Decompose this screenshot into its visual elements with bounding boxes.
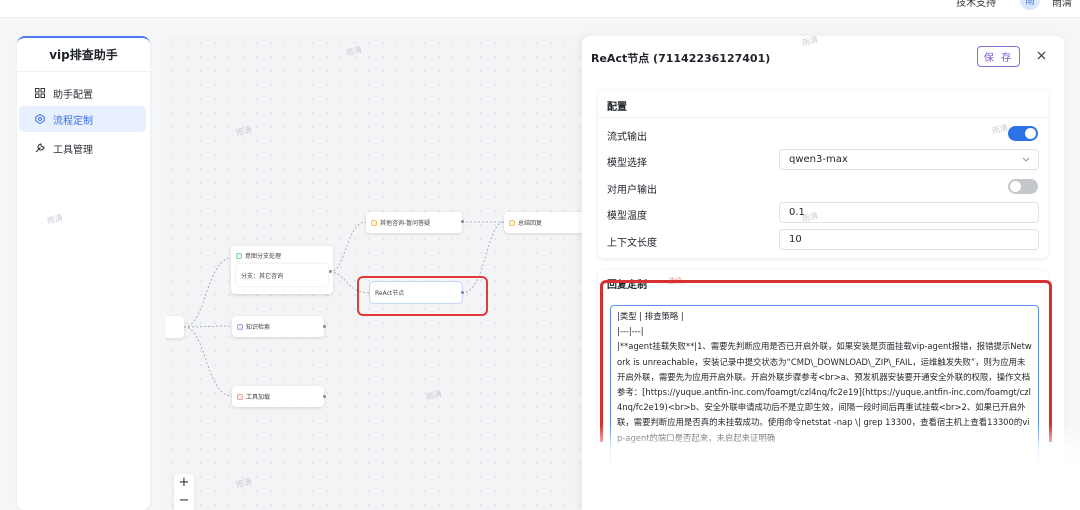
summary-reply-node[interactable]: 总结回复	[504, 212, 586, 233]
flow-icon	[35, 114, 45, 124]
edges	[183, 221, 505, 397]
other-consult-node[interactable]: 其他咨询-暂问答疑	[366, 212, 462, 233]
wrench-icon	[35, 143, 45, 153]
watermark: 雨清	[801, 36, 819, 48]
node-config-panel: ReAct节点 (71142236127401) 保 存 配置 流式输出 模型选…	[582, 36, 1064, 510]
node-label: 其他咨询-暂问答疑	[380, 220, 431, 227]
support-icon: ⋅⋅	[945, 0, 951, 9]
branch-icon	[236, 252, 242, 259]
sidebar-item-tools[interactable]: 工具管理	[19, 135, 146, 161]
user-output-toggle[interactable]	[1008, 179, 1038, 194]
config-title: 配置	[607, 102, 627, 113]
node-label: 知识检索	[246, 324, 271, 331]
tool-icon	[237, 393, 243, 400]
node-label: 总结回复	[518, 220, 543, 227]
sidebar: vip排查助手 助手配置 流程定制 工具管理 雨清	[17, 36, 150, 510]
model-label: 模型选择	[607, 158, 647, 169]
zoom-controls: + −	[174, 474, 194, 510]
streaming-label: 流式输出	[607, 132, 647, 143]
close-icon	[1037, 51, 1045, 59]
reply-icon	[509, 219, 515, 226]
context-length-input[interactable]: 10	[779, 229, 1039, 250]
port[interactable]	[329, 270, 332, 273]
sidebar-item-flow-custom[interactable]: 流程定制	[19, 106, 146, 132]
config-card: 配置 流式输出 模型选择 qwen3-max 对用户输出 模型温度 0.1 上下…	[598, 90, 1048, 258]
flow-canvas[interactable]: 意图分支处理 分支：其它咨询 其他咨询-暂问答疑 总结回复 ReAct节点 知识…	[166, 36, 586, 510]
context-length-label: 上下文长度	[607, 238, 657, 249]
react-node-highlight	[357, 276, 488, 316]
optional-tag: 选填	[668, 277, 682, 285]
zoom-in-button[interactable]: +	[179, 474, 190, 492]
model-value: qwen3-max	[789, 154, 848, 165]
divider	[598, 117, 1048, 118]
branch-item[interactable]: 分支：其它咨询	[236, 264, 328, 286]
start-node[interactable]	[166, 316, 184, 338]
sidebar-item-label: 流程定制	[53, 115, 93, 127]
model-select[interactable]: qwen3-max	[779, 149, 1039, 170]
app-title: vip排查助手	[17, 38, 150, 72]
support-link[interactable]: ⋅⋅ 技术支持	[945, 0, 996, 9]
zoom-out-button[interactable]: −	[179, 492, 190, 510]
node-label: 意图分支处理	[245, 253, 282, 260]
search-icon	[237, 323, 243, 330]
top-bar: ⋅⋅ 技术支持 雨 雨清	[0, 0, 1080, 18]
watermark: 雨清	[46, 213, 64, 226]
sidebar-item-assistant-config[interactable]: 助手配置	[19, 80, 146, 106]
user-output-label: 对用户输出	[607, 185, 657, 196]
temperature-label: 模型温度	[607, 211, 647, 222]
branch-label: 分支：其它咨询	[241, 272, 284, 280]
port[interactable]	[323, 395, 326, 398]
user-name[interactable]: 雨清	[1052, 0, 1072, 9]
panel-title: ReAct节点 (71142236127401)	[591, 52, 771, 65]
close-button[interactable]	[1034, 48, 1048, 62]
port[interactable]	[323, 325, 326, 328]
grid-icon	[35, 88, 45, 98]
streaming-toggle[interactable]	[1008, 126, 1038, 141]
tool-loading-node[interactable]: 工具加载	[232, 386, 324, 407]
intent-branch-node[interactable]: 意图分支处理 分支：其它咨询	[231, 246, 333, 294]
context-length-value: 10	[789, 234, 802, 245]
reply-custom-card: 回复定制 选填 |类型 | 排查策略 | |---|---| |**agent挂…	[598, 270, 1048, 510]
port[interactable]	[461, 220, 464, 223]
node-label: 工具加载	[246, 394, 271, 401]
reply-title: 回复定制	[607, 280, 647, 291]
avatar[interactable]: 雨	[1020, 0, 1040, 10]
sidebar-item-label: 工具管理	[53, 144, 93, 156]
chevron-down-icon	[1022, 157, 1030, 162]
save-button[interactable]: 保 存	[977, 46, 1020, 67]
qa-icon	[371, 219, 377, 226]
reply-template-textarea[interactable]: |类型 | 排查策略 | |---|---| |**agent挂载失败**|1、…	[610, 305, 1039, 510]
support-label: 技术支持	[956, 0, 996, 9]
knowledge-retrieval-node[interactable]: 知识检索	[232, 316, 324, 337]
sidebar-item-label: 助手配置	[53, 89, 93, 101]
port[interactable]	[461, 291, 464, 294]
